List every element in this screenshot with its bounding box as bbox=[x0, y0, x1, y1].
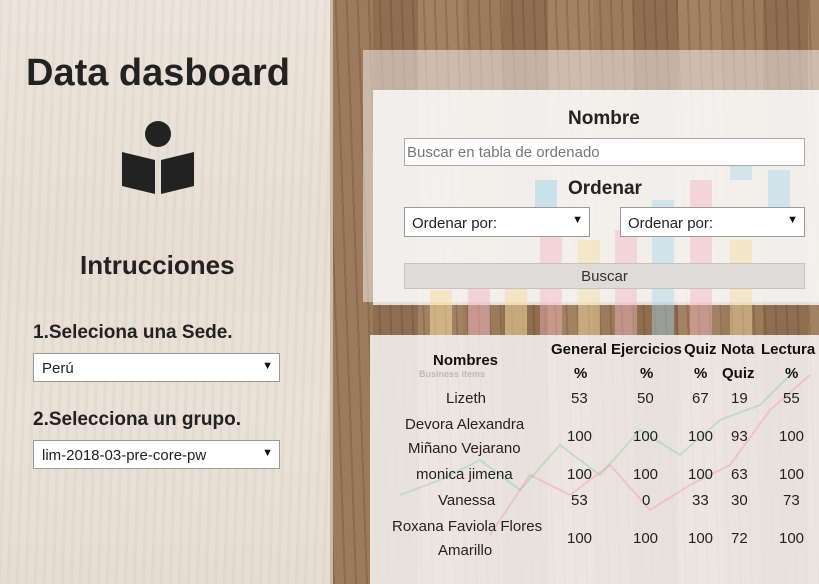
header-general[interactable]: General bbox=[551, 341, 607, 358]
header-ejercicios-unit: % bbox=[640, 365, 654, 382]
cell-lectura: 100 bbox=[779, 530, 805, 547]
cell-lectura: 100 bbox=[779, 428, 805, 445]
cell-name-line2: Amarillo bbox=[438, 542, 493, 559]
header-general-unit: % bbox=[574, 365, 588, 382]
name-label: Nombre bbox=[568, 108, 640, 129]
cell-general: 100 bbox=[567, 530, 593, 547]
cell-name: Devora Alexandra bbox=[405, 416, 525, 433]
header-lectura[interactable]: Lectura bbox=[761, 341, 815, 358]
dropdown-arrow-icon: ▼ bbox=[262, 447, 273, 459]
search-input[interactable] bbox=[404, 138, 805, 166]
header-lectura-unit: % bbox=[785, 365, 799, 382]
cell-quiz: 100 bbox=[688, 530, 714, 547]
sede-select[interactable]: Perú ▼ bbox=[33, 353, 280, 382]
cell-quiz: 67 bbox=[692, 390, 709, 407]
cell-ejercicios: 100 bbox=[633, 530, 659, 547]
cell-ejercicios: 100 bbox=[633, 466, 659, 483]
background-watermark: Business items bbox=[419, 369, 486, 379]
order-label: Ordenar bbox=[568, 178, 642, 199]
order-select-2-value: Ordenar por: bbox=[628, 215, 714, 232]
cell-nota: 30 bbox=[731, 492, 748, 509]
sede-select-value: Perú bbox=[42, 360, 74, 377]
reading-person-icon bbox=[122, 121, 194, 194]
cell-name: Roxana Faviola Flores bbox=[392, 518, 543, 535]
cell-name: Vanessa bbox=[438, 492, 496, 509]
cell-ejercicios: 0 bbox=[642, 492, 651, 509]
dropdown-arrow-icon: ▼ bbox=[572, 214, 583, 226]
search-button[interactable]: Buscar bbox=[404, 263, 805, 289]
cell-name: Lizeth bbox=[446, 390, 487, 407]
header-nombres[interactable]: Nombres bbox=[433, 352, 498, 369]
order-select-1-value: Ordenar por: bbox=[412, 215, 498, 232]
order-select-1[interactable]: Ordenar por: ▼ bbox=[404, 207, 590, 237]
header-ejercicios[interactable]: Ejercicios bbox=[611, 341, 682, 358]
step2-label: 2.Selecciona un grupo. bbox=[33, 409, 241, 430]
header-quiz[interactable]: Quiz bbox=[684, 341, 717, 358]
cell-lectura: 100 bbox=[779, 466, 805, 483]
cell-general: 53 bbox=[571, 492, 588, 509]
order-select-2[interactable]: Ordenar por: ▼ bbox=[620, 207, 805, 237]
header-nota[interactable]: Nota bbox=[721, 341, 754, 358]
cell-general: 100 bbox=[567, 466, 593, 483]
cell-nota: 93 bbox=[731, 428, 748, 445]
cell-nota: 72 bbox=[731, 530, 748, 547]
cell-ejercicios: 50 bbox=[637, 390, 654, 407]
cell-quiz: 100 bbox=[688, 466, 714, 483]
cell-general: 53 bbox=[571, 390, 588, 407]
cell-lectura: 55 bbox=[783, 390, 800, 407]
step1-label: 1.Seleciona una Sede. bbox=[33, 322, 233, 343]
page-title: Data dasboard bbox=[26, 52, 290, 94]
cell-quiz: 100 bbox=[688, 428, 714, 445]
cell-name-line2: Miñano Vejarano bbox=[408, 440, 521, 457]
dropdown-arrow-icon: ▼ bbox=[262, 360, 273, 372]
cell-nota: 19 bbox=[731, 390, 748, 407]
instructions-title: Intrucciones bbox=[80, 250, 235, 280]
group-select[interactable]: lim-2018-03-pre-core-pw ▼ bbox=[33, 440, 280, 469]
cell-quiz: 33 bbox=[692, 492, 709, 509]
cell-name: monica jimena bbox=[416, 466, 513, 483]
cell-nota: 63 bbox=[731, 466, 748, 483]
cell-lectura: 73 bbox=[783, 492, 800, 509]
group-select-value: lim-2018-03-pre-core-pw bbox=[42, 447, 207, 464]
dropdown-arrow-icon: ▼ bbox=[787, 214, 798, 226]
cell-ejercicios: 100 bbox=[633, 428, 659, 445]
cell-general: 100 bbox=[567, 428, 593, 445]
header-quiz-unit: % bbox=[694, 365, 708, 382]
header-nota-quiz: Quiz bbox=[722, 365, 755, 382]
